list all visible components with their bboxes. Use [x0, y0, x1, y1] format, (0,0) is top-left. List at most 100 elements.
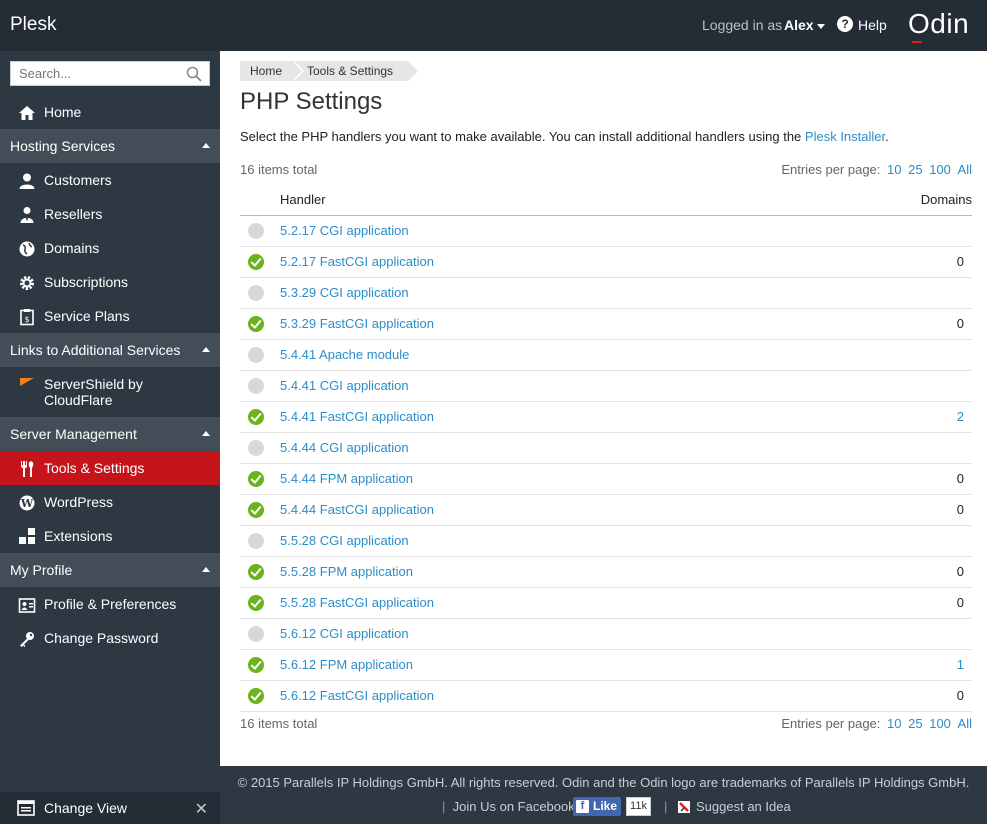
- handler-link[interactable]: 5.3.29 FastCGI application: [280, 316, 434, 331]
- close-icon[interactable]: ✕: [195, 799, 208, 819]
- change-view-button[interactable]: Change View ✕: [0, 792, 220, 824]
- enabled-status-icon[interactable]: [248, 656, 264, 673]
- help-link[interactable]: Help: [858, 17, 887, 33]
- entries-option-25[interactable]: 25: [908, 716, 922, 731]
- table-row: 5.5.28 CGI application: [240, 525, 972, 557]
- enabled-status-icon[interactable]: [248, 408, 264, 425]
- separator: |: [664, 799, 668, 814]
- table-row: 5.6.12 FastCGI application 0: [240, 680, 972, 712]
- breadcrumb-home[interactable]: Home: [240, 61, 304, 81]
- domains-cell: [799, 618, 972, 650]
- page-description: Select the PHP handlers you want to make…: [240, 129, 889, 144]
- handler-link[interactable]: 5.4.41 Apache module: [280, 347, 409, 362]
- disabled-status-icon[interactable]: [248, 284, 264, 301]
- cloudflare-icon: [20, 378, 34, 386]
- sidebar-item-servershield[interactable]: ServerShield by CloudFlare: [0, 367, 220, 417]
- like-label: Like: [593, 799, 618, 813]
- handler-link[interactable]: 5.4.41 FastCGI application: [280, 409, 434, 424]
- enabled-status-icon[interactable]: [248, 470, 264, 487]
- facebook-link-wrap: | Join Us on Facebook: [442, 799, 575, 814]
- sidebar-item-resellers[interactable]: Resellers: [0, 197, 220, 231]
- handler-link[interactable]: 5.5.28 CGI application: [280, 533, 409, 548]
- section-links-additional-services[interactable]: Links to Additional Services: [0, 333, 220, 367]
- home-icon: [19, 106, 35, 120]
- domains-cell: 2: [799, 401, 972, 433]
- table-row: 5.3.29 FastCGI application 0: [240, 308, 972, 340]
- handler-link[interactable]: 5.5.28 FastCGI application: [280, 595, 434, 610]
- enabled-status-icon[interactable]: [248, 315, 264, 332]
- status-cell: [240, 525, 280, 557]
- handler-cell: 5.5.28 FPM application: [280, 556, 800, 588]
- sidebar-item-wordpress[interactable]: W WordPress: [0, 485, 220, 519]
- disabled-status-icon[interactable]: [248, 222, 264, 239]
- facebook-link[interactable]: Join Us on Facebook: [453, 799, 575, 814]
- handler-link[interactable]: 5.5.28 FPM application: [280, 564, 413, 579]
- handler-link[interactable]: 5.3.29 CGI application: [280, 285, 409, 300]
- handler-link[interactable]: 5.6.12 CGI application: [280, 626, 409, 641]
- domains-cell: 0: [799, 587, 972, 619]
- sidebar-item-label: Change Password: [44, 630, 159, 646]
- facebook-like-button[interactable]: f Like: [573, 797, 621, 816]
- enabled-status-icon[interactable]: [248, 563, 264, 580]
- entries-option-25[interactable]: 25: [908, 162, 922, 177]
- entries-option-10[interactable]: 10: [887, 162, 901, 177]
- domains-cell: [799, 525, 972, 557]
- sidebar-item-profile-preferences[interactable]: Profile & Preferences: [0, 587, 220, 621]
- domains-count-link[interactable]: 2: [957, 409, 964, 424]
- domains-column-header[interactable]: Domains: [799, 185, 972, 216]
- help-icon[interactable]: ?: [837, 16, 853, 32]
- domains-count-link[interactable]: 1: [957, 657, 964, 672]
- section-title: My Profile: [10, 562, 73, 578]
- plesk-installer-link[interactable]: Plesk Installer: [805, 129, 885, 144]
- sidebar-item-label: Customers: [44, 172, 112, 188]
- disabled-status-icon[interactable]: [248, 532, 264, 549]
- entries-option-all[interactable]: All: [958, 716, 972, 731]
- section-hosting-services[interactable]: Hosting Services: [0, 129, 220, 163]
- handler-link[interactable]: 5.4.41 CGI application: [280, 378, 409, 393]
- enabled-status-icon[interactable]: [248, 501, 264, 518]
- handler-link[interactable]: 5.6.12 FPM application: [280, 657, 413, 672]
- sidebar-item-home[interactable]: Home: [0, 95, 220, 129]
- breadcrumb-tools-settings[interactable]: Tools & Settings: [292, 61, 418, 81]
- handler-link[interactable]: 5.2.17 FastCGI application: [280, 254, 434, 269]
- entries-option-all[interactable]: All: [958, 162, 972, 177]
- handler-link[interactable]: 5.4.44 FastCGI application: [280, 502, 434, 517]
- disabled-status-icon[interactable]: [248, 377, 264, 394]
- disabled-status-icon[interactable]: [248, 439, 264, 456]
- suggest-idea-link[interactable]: Suggest an Idea: [696, 799, 791, 814]
- sidebar-item-customers[interactable]: Customers: [0, 163, 220, 197]
- status-cell: [240, 556, 280, 588]
- section-my-profile[interactable]: My Profile: [0, 553, 220, 587]
- search-icon[interactable]: [186, 66, 202, 82]
- entries-option-100[interactable]: 100: [929, 162, 951, 177]
- search-input[interactable]: [11, 62, 181, 85]
- odin-logo: Odin: [908, 8, 969, 43]
- status-cell: [240, 277, 280, 309]
- sidebar-item-subscriptions[interactable]: Subscriptions: [0, 265, 220, 299]
- status-cell: [240, 649, 280, 681]
- handler-link[interactable]: 5.4.44 CGI application: [280, 440, 409, 455]
- enabled-status-icon[interactable]: [248, 253, 264, 270]
- enabled-status-icon[interactable]: [248, 687, 264, 704]
- enabled-status-icon[interactable]: [248, 594, 264, 611]
- handler-link[interactable]: 5.2.17 CGI application: [280, 223, 409, 238]
- plesk-logo[interactable]: Plesk: [10, 14, 56, 36]
- user-menu[interactable]: Alex: [784, 17, 825, 33]
- sidebar-item-service-plans[interactable]: $ Service Plans: [0, 299, 220, 333]
- handler-cell: 5.4.41 CGI application: [280, 370, 800, 402]
- section-server-management[interactable]: Server Management: [0, 417, 220, 451]
- sidebar-item-domains[interactable]: Domains: [0, 231, 220, 265]
- entries-option-10[interactable]: 10: [887, 716, 901, 731]
- sidebar-item-change-password[interactable]: Change Password: [0, 621, 220, 655]
- status-cell: [240, 401, 280, 433]
- sidebar-item-extensions[interactable]: Extensions: [0, 519, 220, 553]
- domains-count: 0: [956, 688, 964, 703]
- entries-option-100[interactable]: 100: [929, 716, 951, 731]
- domains-count: 0: [956, 595, 964, 610]
- handler-link[interactable]: 5.6.12 FastCGI application: [280, 688, 434, 703]
- handler-column-header[interactable]: Handler: [280, 185, 800, 216]
- handler-link[interactable]: 5.4.44 FPM application: [280, 471, 413, 486]
- disabled-status-icon[interactable]: [248, 625, 264, 642]
- sidebar-item-tools-settings[interactable]: Tools & Settings: [0, 451, 220, 485]
- disabled-status-icon[interactable]: [248, 346, 264, 363]
